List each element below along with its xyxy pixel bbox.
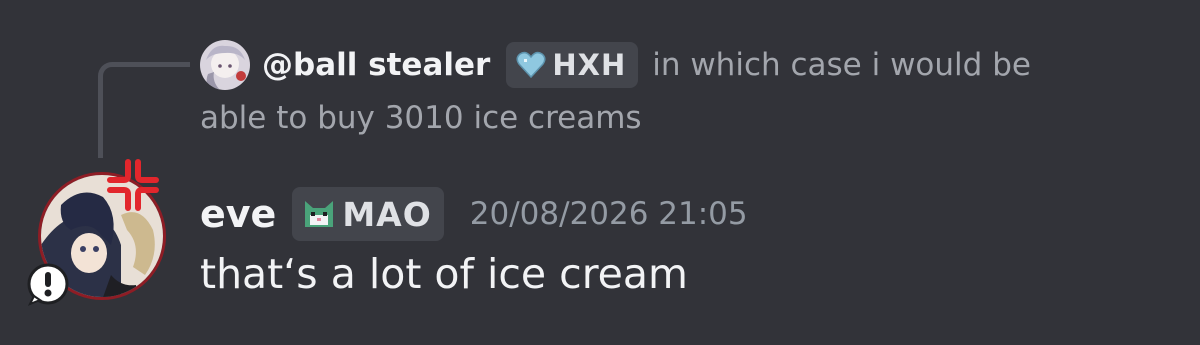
reply-tag-label: HXH	[552, 48, 627, 82]
reply-text-continued[interactable]: able to buy 3010 ice creams	[200, 100, 642, 136]
author-tag-label: MAO	[342, 194, 432, 234]
chat-message: @ball stealer HXH in which case i would …	[0, 0, 1200, 345]
author-clan-tag[interactable]: MAO	[292, 187, 444, 241]
cat-icon	[305, 201, 334, 227]
heart-icon	[516, 51, 546, 79]
reply-author-name[interactable]: @ball stealer	[262, 47, 490, 83]
reply-avatar[interactable]	[200, 40, 250, 90]
alert-icon	[27, 263, 69, 306]
reply-header: @ball stealer HXH in which case i would …	[262, 38, 1031, 92]
reply-clan-tag[interactable]: HXH	[506, 42, 639, 88]
reply-text[interactable]: in which case i would be	[652, 47, 1031, 83]
anger-icon	[107, 159, 159, 211]
reply-spine	[98, 62, 190, 158]
message-content[interactable]: that‘s a lot of ice cream	[200, 250, 688, 298]
author-avatar-container[interactable]	[26, 159, 176, 310]
message-timestamp[interactable]: 20/08/2026 21:05	[470, 196, 748, 232]
author-name[interactable]: eve	[200, 192, 276, 236]
message-header: eve MAO 20/08/2026 21:05	[200, 186, 748, 242]
